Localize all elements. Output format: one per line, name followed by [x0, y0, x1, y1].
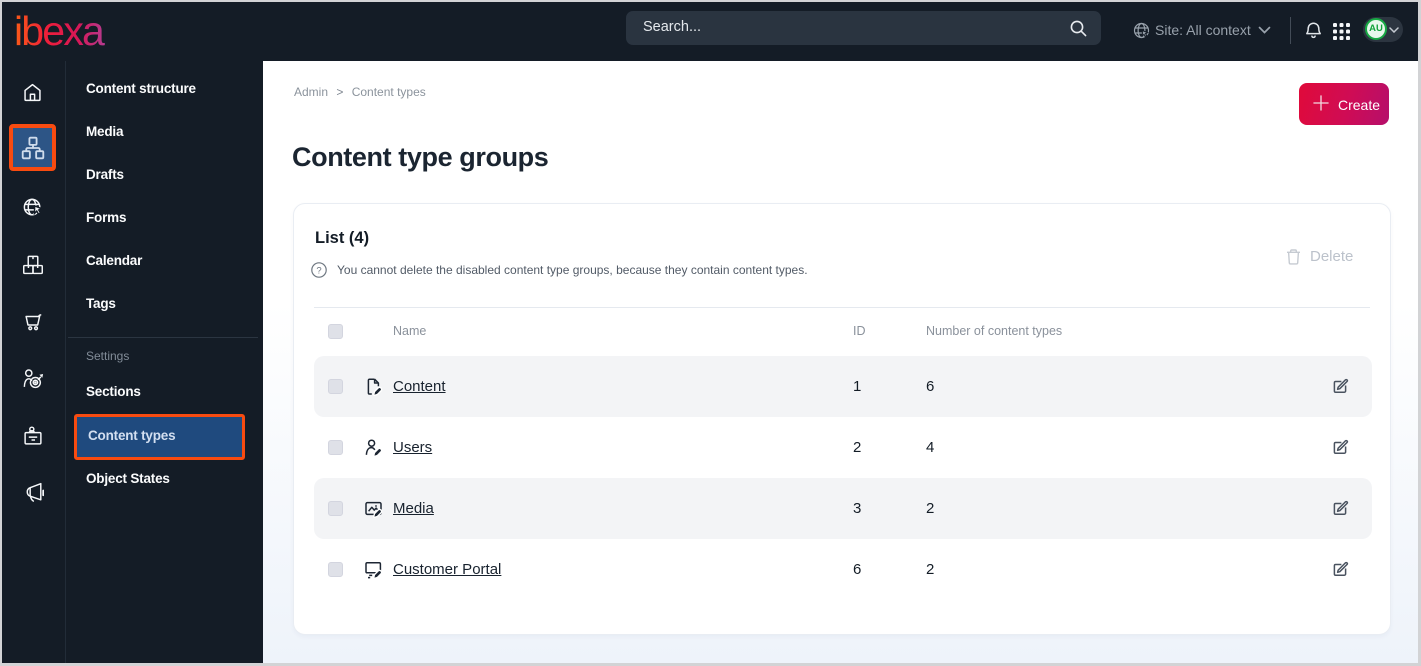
svg-text:?: ? — [316, 265, 321, 276]
svg-text:ibexa: ibexa — [14, 12, 105, 52]
